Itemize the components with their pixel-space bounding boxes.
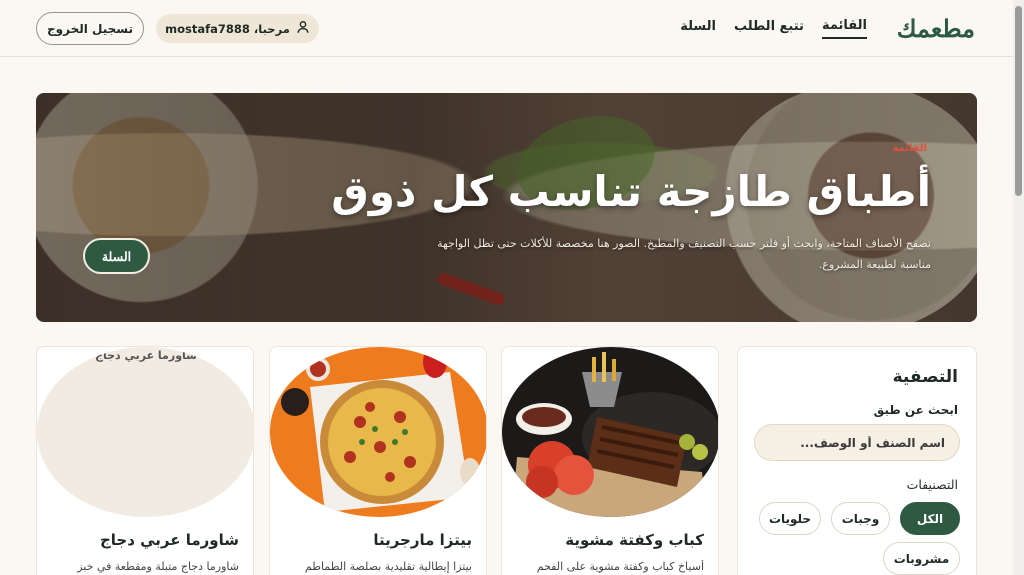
card-title: كباب وكفتة مشوية [565, 531, 704, 549]
top-header: مطعمك القائمة تتبع الطلب السلة مرحبا، mo… [0, 0, 1013, 57]
greeting-text: مرحبا، mostafa7888 [165, 21, 290, 36]
filter-title: التصفية [892, 367, 958, 387]
menu-card[interactable]: بيتزا مارجريتا بيتزا إيطالية تقليدية بصل… [269, 346, 487, 575]
category-chip-meals[interactable]: وجبات [831, 502, 890, 535]
hero-banner: القائمة أطباق طازجة تناسب كل ذوق تصفح ال… [36, 93, 977, 322]
nav-track-order-link[interactable]: تتبع الطلب [734, 19, 804, 38]
menu-card[interactable]: شاورما عربي دجاج شاورما عربي دجاج شاورما… [36, 346, 254, 575]
user-greeting: مرحبا، mostafa7888 [156, 14, 319, 43]
hero-badge: القائمة [892, 143, 927, 154]
nav-cart-link[interactable]: السلة [680, 19, 716, 38]
hero-description: تصفح الأصناف المتاحة، وابحث أو فلتر حسب … [437, 237, 931, 271]
card-description: شاورما دجاج متبلة ومقطعة في خبز [77, 560, 239, 573]
card-description: بيتزا إيطالية تقليدية بصلصة الطماطم [304, 560, 472, 573]
category-chip-drinks[interactable]: مشروبات [883, 542, 960, 575]
categories-label: التصنيفات [906, 477, 958, 492]
hero-cart-button[interactable]: السلة [83, 238, 150, 274]
card-title: بيتزا مارجريتا [373, 531, 472, 549]
shawarma-image-placeholder: شاورما عربي دجاج [37, 347, 253, 517]
image-alt-text: شاورما عربي دجاج [95, 349, 197, 362]
search-label: ابحث عن طبق [873, 403, 958, 417]
filter-panel: التصفية ابحث عن طبق التصنيفات الكل وجبات… [737, 346, 977, 575]
hero-title: أطباق طازجة تناسب كل ذوق [331, 167, 931, 216]
main-nav: القائمة تتبع الطلب السلة [680, 18, 867, 39]
page-scrollbar[interactable] [1013, 0, 1024, 575]
category-chip-all[interactable]: الكل [900, 502, 960, 535]
card-description: أسياخ كباب وكفتة مشوية على الفحم [536, 560, 704, 573]
user-icon [296, 20, 310, 37]
logout-button[interactable]: تسجيل الخروج [36, 12, 144, 45]
brand-logo[interactable]: مطعمك [897, 14, 975, 43]
dish-search-input[interactable] [754, 424, 960, 461]
card-title: شاورما عربي دجاج [99, 531, 239, 549]
menu-card[interactable]: كباب وكفتة مشوية أسياخ كباب وكفتة مشوية … [501, 346, 719, 575]
pizza-image [270, 347, 486, 517]
nav-menu-link[interactable]: القائمة [821, 18, 867, 39]
grilled-ribs-image [502, 347, 718, 517]
category-chip-desserts[interactable]: حلويات [759, 502, 821, 535]
scrollbar-thumb[interactable] [1015, 6, 1022, 196]
